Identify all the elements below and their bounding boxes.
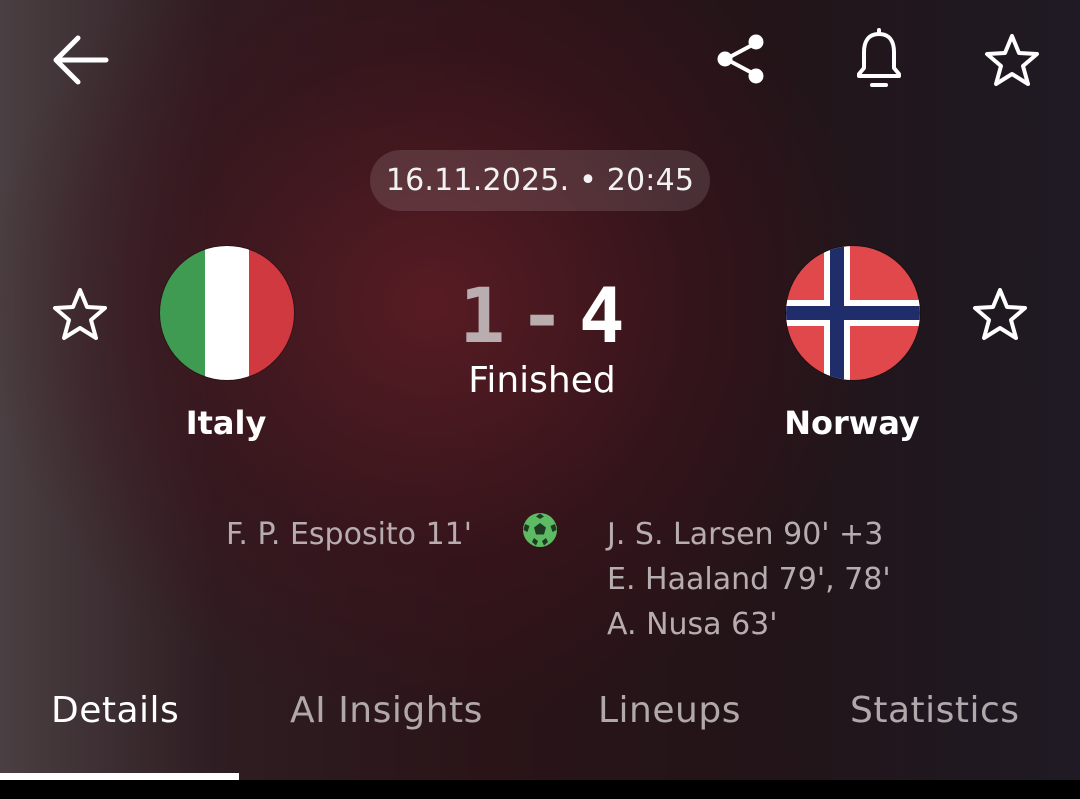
star-outline-icon [985,34,1039,86]
away-scorer: J. S. Larsen 90' +3 [607,517,884,552]
away-scorer: E. Haaland 79', 78' [607,562,891,597]
away-team-name[interactable]: Norway [722,404,982,442]
star-outline-icon [53,288,107,340]
match-tabs: Details AI Insights Lineups Statistics [0,680,1080,780]
scoreboard: 1 - 4 [430,270,654,360]
home-score: 1 [459,270,506,360]
match-screen: 16.11.2025. • 20:45 Italy 1 - 4 Finished [0,0,1080,799]
active-tab-indicator [0,773,239,780]
share-button[interactable] [710,28,772,90]
goal-indicator [519,509,561,551]
notification-button[interactable] [848,26,910,92]
norway-flag[interactable] [786,246,920,380]
star-outline-icon [973,288,1027,340]
tab-lineups[interactable]: Lineups [598,690,741,731]
favorite-away-team-button[interactable] [968,284,1032,344]
favorite-home-team-button[interactable] [48,284,112,344]
home-scorers-list: F. P. Esposito 11' [190,514,472,559]
home-scorer: F. P. Esposito 11' [225,517,472,552]
match-status: Finished [468,360,616,401]
arrow-left-icon [53,35,109,85]
tab-statistics[interactable]: Statistics [850,690,1020,731]
away-scorers-list: J. S. Larsen 90' +3 E. Haaland 79', 78' … [607,514,1027,649]
soccer-ball-icon [523,513,557,547]
away-score: 4 [578,270,625,360]
match-datetime: 16.11.2025. • 20:45 [370,150,710,211]
tab-ai-insights[interactable]: AI Insights [290,690,483,731]
italy-flag[interactable] [160,246,294,380]
tab-details[interactable]: Details [51,690,179,731]
away-scorer: A. Nusa 63' [607,607,778,642]
share-icon [717,34,764,84]
favorite-match-button[interactable] [980,28,1044,92]
score-separator: - [519,270,565,360]
bottom-edge [0,780,1080,799]
back-button[interactable] [44,28,114,92]
bell-icon [857,28,901,87]
home-team-name[interactable]: Italy [96,404,356,442]
